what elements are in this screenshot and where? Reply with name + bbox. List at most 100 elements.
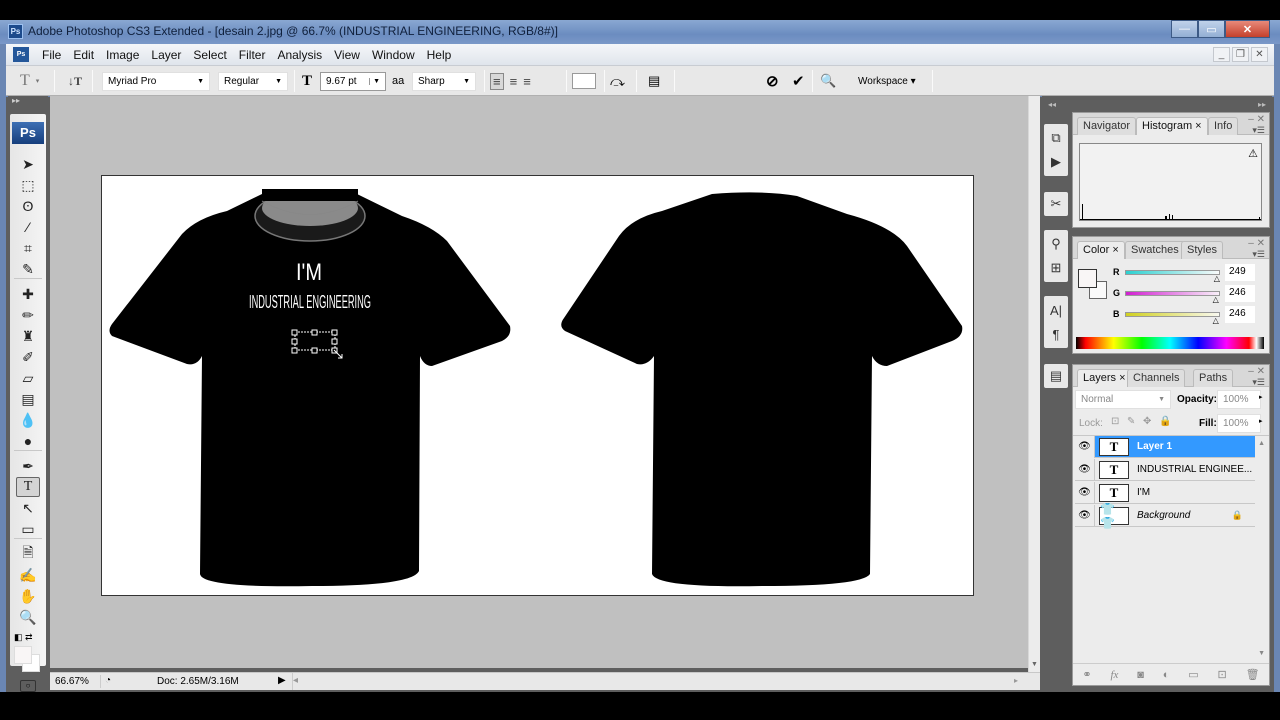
menu-select[interactable]: Select [187, 48, 232, 62]
layer-row[interactable]: 👁 T Layer 1 [1075, 435, 1255, 458]
menu-edit[interactable]: Edit [67, 48, 100, 62]
menu-layer[interactable]: Layer [145, 48, 187, 62]
channel-slider-b[interactable] [1125, 312, 1220, 317]
quick-selection-tool[interactable]: ⁄ [16, 217, 40, 237]
panel-close-icon[interactable]: – ✕ [1248, 366, 1265, 377]
panel-menu-icon[interactable]: ▾☰ [1252, 249, 1265, 260]
quick-mask-icon[interactable]: ○ [20, 680, 36, 692]
adjustment-icon[interactable]: ◐ [1163, 669, 1170, 681]
scroll-down-arrow[interactable]: ▼ [1031, 661, 1038, 668]
menu-image[interactable]: Image [100, 48, 145, 62]
brush-tool[interactable]: ✏ [16, 305, 40, 325]
crop-tool[interactable]: ⌗ [16, 238, 40, 258]
hand-tool[interactable]: ✋ [16, 586, 40, 606]
menu-view[interactable]: View [328, 48, 366, 62]
layer-name[interactable]: I'M [1137, 487, 1150, 498]
zoom-level[interactable]: 66.67% [55, 676, 89, 687]
mask-icon[interactable]: ◙ [1137, 669, 1144, 681]
type-tool[interactable]: T [16, 477, 40, 497]
cancel-edits-icon[interactable]: ⊘ [766, 71, 779, 91]
channel-slider-r[interactable] [1125, 270, 1220, 275]
gradient-tool[interactable]: ▤ [16, 389, 40, 409]
blend-mode-select[interactable]: Normal ▼ [1075, 390, 1171, 409]
lasso-tool[interactable]: ʘ [16, 196, 40, 216]
tab-styles[interactable]: Styles [1181, 241, 1223, 259]
brushes-panel-icon[interactable]: ⚲ [1046, 234, 1066, 254]
align-left-button[interactable]: ≡ [490, 72, 504, 90]
dodge-tool[interactable]: ● [16, 431, 40, 451]
fx-icon[interactable]: fx [1110, 669, 1118, 681]
lock-transparency-icon[interactable]: ⊡ [1111, 416, 1119, 427]
align-right-button[interactable]: ≡ [523, 74, 531, 89]
panel-menu-icon[interactable]: ▾☰ [1252, 377, 1265, 388]
fill-slider-arrow[interactable]: ▸ [1259, 417, 1263, 425]
healing-brush-tool[interactable]: ✚ [16, 284, 40, 304]
fill-input[interactable]: 100% [1217, 414, 1261, 433]
channel-value-g[interactable]: 246 [1225, 285, 1255, 302]
tab-navigator[interactable]: Navigator [1077, 117, 1137, 135]
horizontal-scroll-right-arrow[interactable]: ▸ [1014, 676, 1018, 685]
channel-slider-g[interactable] [1125, 291, 1220, 296]
color-spectrum-bar[interactable] [1076, 337, 1264, 349]
layers-scroll-up[interactable]: ▲ [1258, 440, 1265, 447]
foreground-color[interactable] [14, 646, 32, 664]
lock-pixels-icon[interactable]: ✎ [1127, 416, 1135, 427]
cache-warning-icon[interactable]: ⚠ [1248, 147, 1258, 160]
tool-presets-icon[interactable]: ✂ [1046, 194, 1066, 214]
tab-paths[interactable]: Paths [1193, 369, 1234, 387]
history-panel-icon[interactable]: ⧉ [1046, 128, 1066, 148]
panel-menu-icon[interactable]: ▾☰ [1252, 125, 1265, 136]
status-menu-arrow[interactable]: ▶ [278, 675, 286, 686]
clone-source-icon[interactable]: ⊞ [1046, 258, 1066, 278]
close-button[interactable]: ✕ [1225, 20, 1270, 38]
character-panel-icon[interactable]: A| [1046, 300, 1066, 320]
layer-row[interactable]: 👁 T INDUSTRIAL ENGINEE... [1075, 458, 1255, 481]
text-orientation-icon[interactable]: ↓T [68, 71, 82, 91]
document-icon[interactable]: Ps [13, 47, 29, 62]
front-text-industrial-engineering[interactable]: INDUSTRIAL ENGINEERING [249, 292, 371, 312]
photoshop-badge[interactable]: Ps [12, 122, 44, 144]
dock-expand-icon[interactable]: ▸▸ [1258, 100, 1266, 109]
opacity-input[interactable]: 100% [1217, 390, 1261, 409]
eraser-tool[interactable]: ▱ [16, 368, 40, 388]
channel-slider-thumb[interactable]: △ [1213, 316, 1219, 325]
new-layer-icon[interactable]: ⊡ [1218, 668, 1227, 681]
doc-minimize-button[interactable]: _ [1213, 47, 1230, 62]
visibility-eye-icon[interactable]: 👁 [1075, 504, 1095, 527]
document-canvas[interactable]: I'M INDUSTRIAL ENGINEERING [101, 175, 974, 596]
trash-icon[interactable]: 🗑 [1246, 668, 1260, 681]
front-text-im[interactable]: I'M [296, 259, 322, 286]
text-color-swatch[interactable] [572, 73, 596, 89]
link-icon[interactable]: ⚭ [1082, 668, 1091, 681]
doc-restore-button[interactable]: ❐ [1232, 47, 1249, 62]
layer-name[interactable]: Layer 1 [1137, 441, 1172, 452]
horizontal-scrollbar[interactable] [292, 673, 1028, 690]
menu-analysis[interactable]: Analysis [271, 48, 328, 62]
visibility-eye-icon[interactable]: 👁 [1075, 481, 1095, 504]
channel-slider-thumb[interactable]: △ [1213, 295, 1219, 304]
menu-file[interactable]: File [36, 48, 67, 62]
panel-close-icon[interactable]: – ✕ [1248, 238, 1265, 249]
menu-help[interactable]: Help [421, 48, 458, 62]
warp-text-icon[interactable]: ⤼ [610, 71, 625, 91]
tab-channels[interactable]: Channels [1127, 369, 1186, 387]
visibility-eye-icon[interactable]: 👁 [1075, 458, 1095, 481]
blur-tool[interactable]: 💧 [16, 410, 40, 430]
notes-tool[interactable]: 🗎 [16, 544, 40, 564]
maximize-button[interactable]: ▭ [1198, 20, 1225, 38]
status-info-icon[interactable]: ◔ [100, 675, 114, 688]
history-brush-tool[interactable]: ✐ [16, 347, 40, 367]
character-panel-icon[interactable]: ▤ [648, 71, 660, 91]
layer-name[interactable]: Background [1137, 510, 1190, 521]
actions-panel-icon[interactable]: ▶ [1046, 152, 1066, 172]
eyedropper-tool[interactable]: ✍ [16, 565, 40, 585]
foreground-color-swatch[interactable] [1078, 269, 1097, 288]
shape-tool[interactable]: ▭ [16, 519, 40, 539]
opacity-slider-arrow[interactable]: ▸ [1259, 393, 1263, 401]
path-selection-tool[interactable]: ↖ [16, 498, 40, 518]
commit-edits-icon[interactable]: ✔ [792, 71, 805, 91]
slice-tool[interactable]: ✎ [16, 259, 40, 279]
font-style-select[interactable]: Regular ▼ [218, 71, 288, 91]
strip-collapse-icon[interactable]: ◂◂ [1048, 100, 1056, 109]
move-tool[interactable]: ➤ [16, 154, 40, 174]
